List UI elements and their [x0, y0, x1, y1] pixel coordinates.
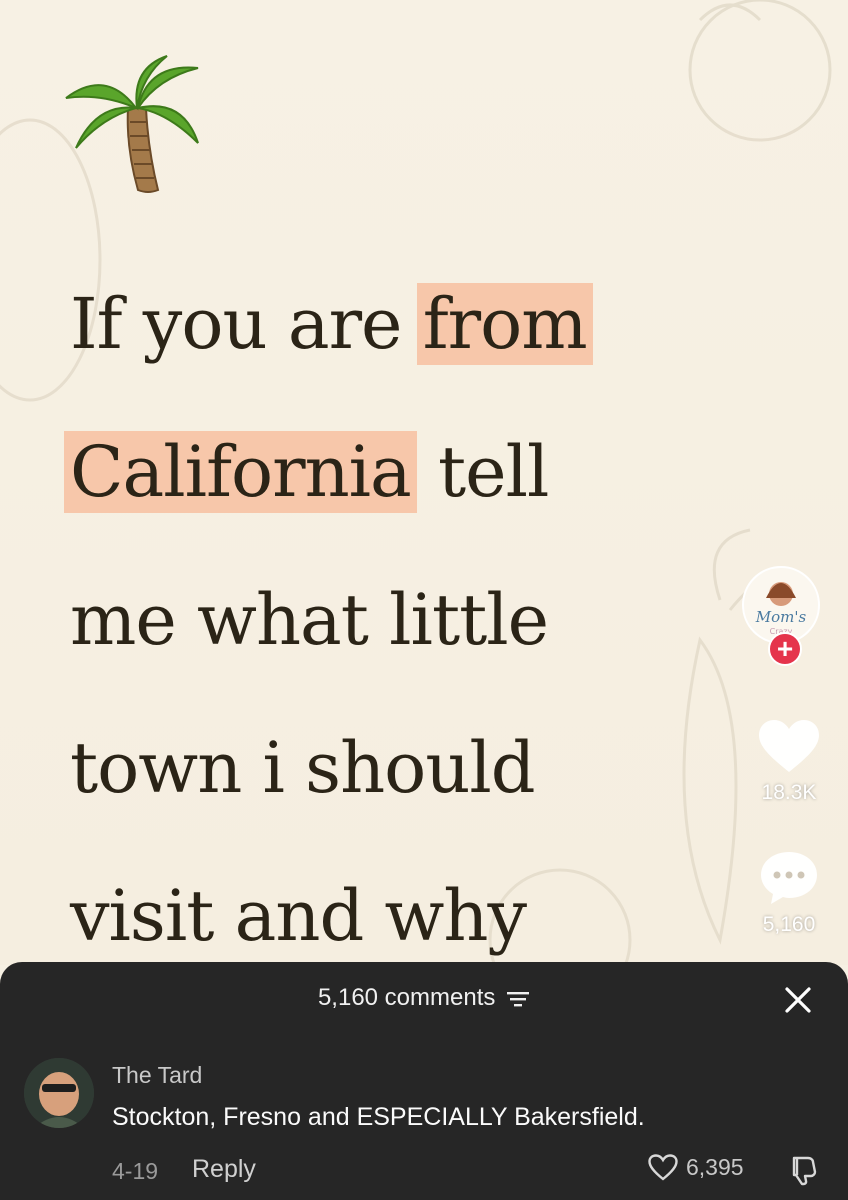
comment-text: Stockton, Fresno and ESPECIALLY Bakersfi… — [112, 1103, 645, 1131]
headline-line-4: town i should — [70, 727, 536, 809]
comment-count: 5,160 — [762, 913, 816, 936]
dislike-icon[interactable] — [788, 1154, 820, 1186]
svg-text:Mom's: Mom's — [755, 608, 807, 626]
like-count: 18.3K — [761, 781, 817, 804]
filter-icon[interactable] — [506, 989, 530, 1009]
comment-like-button[interactable]: 6,395 — [648, 1154, 744, 1181]
comment-like-count: 6,395 — [686, 1154, 744, 1180]
comments-header: 5,160 comments — [0, 984, 848, 1012]
video-area[interactable]: If you are from California tell me what … — [0, 0, 848, 965]
palm-tree-emoji — [65, 55, 199, 193]
close-icon[interactable] — [784, 986, 812, 1014]
headline-line-3: me what little — [70, 579, 549, 661]
comment-author[interactable]: The Tard — [112, 1062, 202, 1089]
headline-line-2: California tell — [64, 398, 593, 546]
comment-button[interactable]: 5,160 — [730, 850, 848, 937]
creator-avatar[interactable]: Mom's Crazy + — [742, 566, 820, 666]
comments-title: 5,160 comments — [317, 984, 496, 1011]
headline-line-1: If you are from — [70, 250, 593, 398]
comments-sheet: 5,160 comments The Tard Stockton, Fresno… — [0, 962, 848, 1200]
comment-date: 4-19 — [112, 1158, 159, 1184]
heart-outline-icon — [648, 1154, 678, 1181]
like-button[interactable]: 18.3K — [730, 720, 848, 805]
video-headline: If you are from California tell me what … — [64, 250, 593, 965]
avatar[interactable] — [24, 1058, 94, 1128]
comment-bubble-icon — [761, 852, 817, 904]
headline-line-5: visit and why — [70, 875, 527, 957]
heart-icon — [759, 720, 819, 772]
follow-button[interactable]: + — [768, 632, 802, 666]
reply-button[interactable]: Reply — [192, 1155, 256, 1184]
